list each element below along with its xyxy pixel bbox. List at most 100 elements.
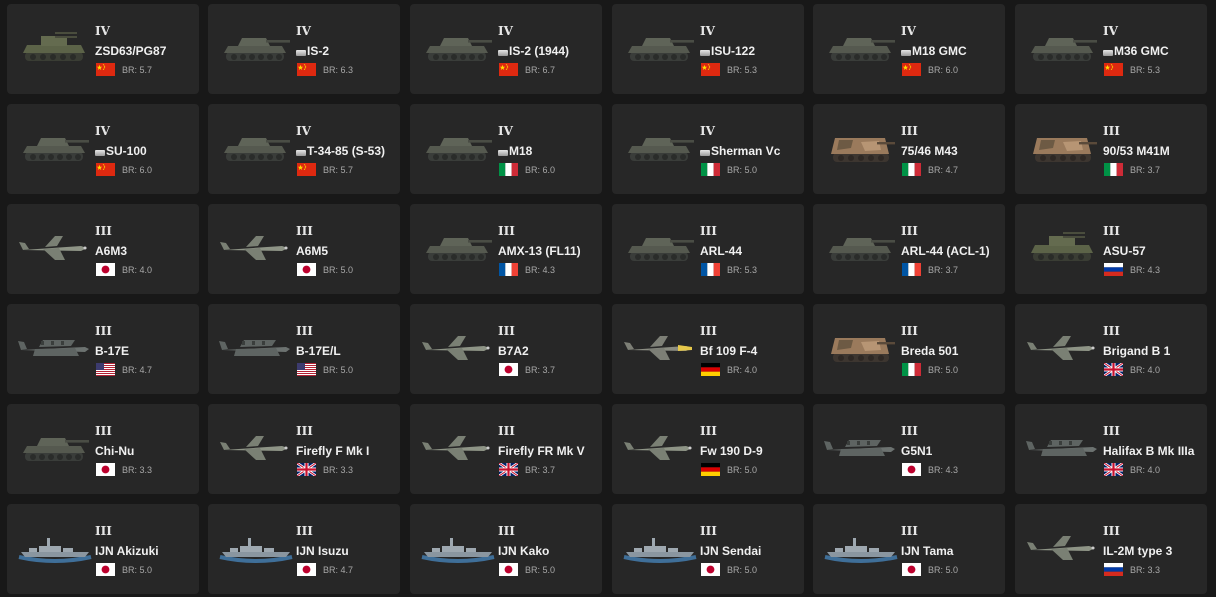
vehicle-rank: IV (1103, 24, 1118, 38)
vehicle-rank: III (1103, 324, 1120, 338)
vehicle-card[interactable]: III B7A2 BR: 3.7 (410, 304, 602, 394)
vehicle-thumbnail (1023, 226, 1103, 270)
vehicle-thumbnail (620, 426, 700, 470)
battle-rating-row: BR: 5.0 (499, 563, 555, 576)
vehicle-card[interactable]: IV IS-2 BR: 6.3 (208, 4, 400, 94)
vehicle-name-row: A6M5 (296, 244, 328, 258)
vehicle-card[interactable]: IV IS-2 (1944) BR: 6.7 (410, 4, 602, 94)
vehicle-card[interactable]: III 75/46 M43 BR: 4.7 (813, 104, 1005, 194)
vehicle-card[interactable]: III IJN Isuzu BR: 4.7 (208, 504, 400, 594)
vehicle-card[interactable]: III B-17E/L BR: 5.0 (208, 304, 400, 394)
uk-flag-icon (499, 463, 525, 476)
premium-icon (901, 49, 911, 56)
vehicle-card[interactable]: III B-17E BR: 4.7 (7, 304, 199, 394)
vehicle-card[interactable]: III Firefly F Mk I BR: 3.3 (208, 404, 400, 494)
vehicle-thumbnail (15, 326, 95, 370)
vehicle-rank: III (901, 524, 918, 538)
vehicle-card[interactable]: IV ISU-122 BR: 5.3 (612, 4, 804, 94)
vehicle-thumbnail (15, 226, 95, 270)
battle-rating-row: BR: 4.0 (1104, 363, 1160, 376)
vehicle-card[interactable]: IV SU-100 BR: 6.0 (7, 104, 199, 194)
vehicle-thumbnail (821, 526, 901, 570)
vehicle-rank: IV (95, 24, 110, 38)
vehicle-name-row: IJN Isuzu (296, 544, 349, 558)
vehicle-card[interactable]: IV T-34-85 (S-53) BR: 5.7 (208, 104, 400, 194)
vehicle-name: A6M5 (296, 244, 329, 258)
battle-rating-row: BR: 5.0 (902, 363, 958, 376)
battle-rating: BR: 5.0 (928, 564, 959, 575)
vehicle-card[interactable]: III G5N1 BR: 4.3 (813, 404, 1005, 494)
vehicle-card[interactable]: III IJN Kako BR: 5.0 (410, 504, 602, 594)
battle-rating-row: BR: 5.0 (701, 163, 757, 176)
battle-rating: BR: 5.0 (928, 364, 959, 375)
vehicle-card[interactable]: III ASU-57 BR: 4.3 (1015, 204, 1207, 294)
vehicle-thumbnail (620, 526, 700, 570)
vehicle-card[interactable]: III ARL-44 (ACL-1) BR: 3.7 (813, 204, 1005, 294)
vehicle-name: A6M3 (95, 244, 128, 258)
vehicle-card[interactable]: III Chi-Nu BR: 3.3 (7, 404, 199, 494)
premium-icon (1103, 49, 1113, 56)
vehicle-rank: III (95, 324, 112, 338)
battle-rating: BR: 5.0 (323, 364, 354, 375)
vehicle-card[interactable]: III 90/53 M41M BR: 3.7 (1015, 104, 1207, 194)
japan-flag-icon (902, 463, 928, 476)
italy-flag-icon (902, 163, 928, 176)
battle-rating: BR: 5.0 (122, 564, 153, 575)
battle-rating: BR: 3.7 (1130, 164, 1161, 175)
vehicle-thumbnail (418, 126, 498, 170)
vehicle-name: IJN Akizuki (95, 544, 159, 558)
premium-icon (498, 49, 508, 56)
vehicle-card[interactable]: III AMX-13 (FL11) BR: 4.3 (410, 204, 602, 294)
vehicle-rank: III (498, 424, 515, 438)
china-flag-icon (297, 163, 323, 176)
vehicle-name: AMX-13 (FL11) (498, 244, 581, 258)
vehicle-name: SU-100 (106, 144, 147, 158)
vehicle-card[interactable]: IV M36 GMC BR: 5.3 (1015, 4, 1207, 94)
vehicle-card[interactable]: IV M18 GMC BR: 6.0 (813, 4, 1005, 94)
vehicle-name-row: Sherman Vc (700, 144, 780, 158)
vehicle-card[interactable]: III A6M3 BR: 4.0 (7, 204, 199, 294)
vehicle-rank: III (296, 424, 313, 438)
vehicle-thumbnail (15, 26, 95, 70)
usa-flag-icon (96, 363, 122, 376)
vehicle-card[interactable]: III Fw 190 D-9 BR: 5.0 (612, 404, 804, 494)
vehicle-name-row: M18 (498, 144, 532, 158)
vehicle-card[interactable]: III Halifax B Mk IIIa BR: 4.0 (1015, 404, 1207, 494)
vehicle-name-row: IJN Sendai (700, 544, 761, 558)
battle-rating: BR: 6.0 (122, 164, 153, 175)
china-flag-icon (499, 63, 525, 76)
battle-rating: BR: 3.7 (928, 264, 959, 275)
battle-rating-row: BR: 3.7 (499, 363, 555, 376)
vehicle-card[interactable]: IV ZSD63/PG87 BR: 5.7 (7, 4, 199, 94)
vehicle-card[interactable]: IV M18 BR: 6.0 (410, 104, 602, 194)
italy-flag-icon (499, 163, 525, 176)
vehicle-rank: IV (901, 24, 916, 38)
vehicle-card[interactable]: III Bf 109 F-4 BR: 4.0 (612, 304, 804, 394)
italy-flag-icon (902, 363, 928, 376)
vehicle-name-row: Firefly F Mk I (296, 444, 369, 458)
vehicle-grid: IV ZSD63/PG87 BR: 5.7 IV IS-2 BR: 6.3 IV… (0, 0, 1216, 597)
vehicle-thumbnail (620, 226, 700, 270)
japan-flag-icon (701, 563, 727, 576)
vehicle-card[interactable]: III IL-2M type 3 BR: 3.3 (1015, 504, 1207, 594)
vehicle-name-row: M36 GMC (1103, 44, 1169, 58)
vehicle-card[interactable]: III Firefly FR Mk V BR: 3.7 (410, 404, 602, 494)
vehicle-name: Firefly FR Mk V (498, 444, 585, 458)
premium-icon (296, 49, 306, 56)
vehicle-rank: III (901, 424, 918, 438)
vehicle-name: ARL-44 (ACL-1) (901, 244, 990, 258)
vehicle-thumbnail (620, 26, 700, 70)
vehicle-name-row: ASU-57 (1103, 244, 1146, 258)
vehicle-card[interactable]: III IJN Sendai BR: 5.0 (612, 504, 804, 594)
vehicle-card[interactable]: III IJN Tama BR: 5.0 (813, 504, 1005, 594)
vehicle-card[interactable]: III IJN Akizuki BR: 5.0 (7, 504, 199, 594)
vehicle-card[interactable]: III ARL-44 BR: 5.3 (612, 204, 804, 294)
vehicle-rank: IV (296, 124, 311, 138)
vehicle-rank: III (498, 524, 515, 538)
vehicle-card[interactable]: III Breda 501 BR: 5.0 (813, 304, 1005, 394)
vehicle-card[interactable]: III Brigand B 1 BR: 4.0 (1015, 304, 1207, 394)
vehicle-card[interactable]: III A6M5 BR: 5.0 (208, 204, 400, 294)
battle-rating-row: BR: 4.3 (1104, 263, 1160, 276)
vehicle-thumbnail (216, 326, 296, 370)
vehicle-card[interactable]: IV Sherman Vc BR: 5.0 (612, 104, 804, 194)
